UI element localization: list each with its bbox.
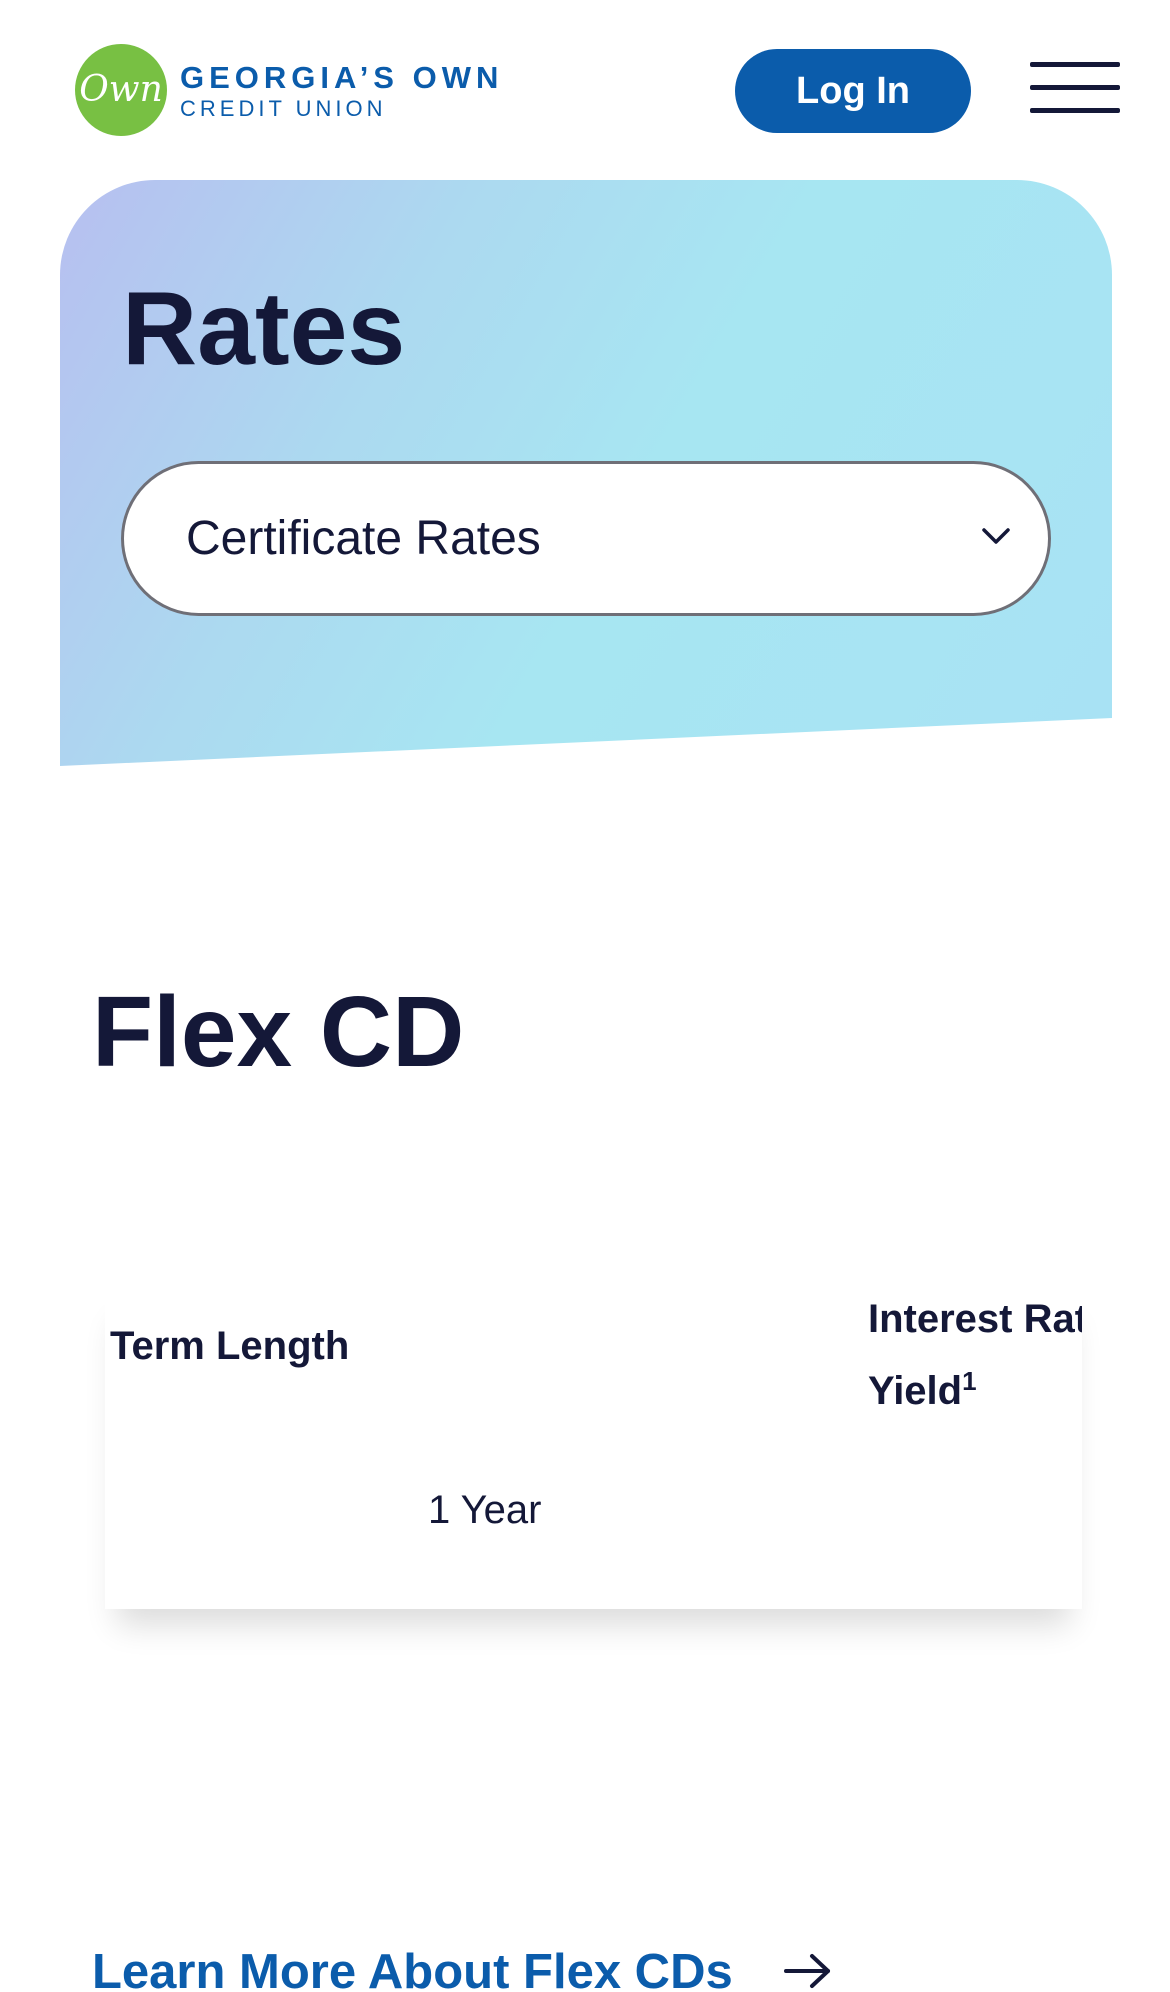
- arrow-right-icon[interactable]: [782, 1951, 834, 1991]
- column-header-rate-line2: Yield1: [868, 1355, 1082, 1427]
- logo-name[interactable]: GEORGIA’S OWN: [180, 60, 503, 96]
- page-title: Rates: [122, 271, 406, 387]
- footnote-marker[interactable]: 1: [962, 1366, 976, 1396]
- column-header-rate-line1: Interest Rate: [868, 1297, 1082, 1341]
- logo-subtitle[interactable]: CREDIT UNION: [180, 96, 387, 122]
- rate-type-select-value: Certificate Rates: [186, 512, 541, 565]
- column-header-term-length: Term Length: [110, 1324, 350, 1368]
- rates-table: Term Length Interest Rate Yield1 1 Year: [105, 1283, 1082, 1609]
- logo-badge[interactable]: Own: [75, 44, 167, 136]
- hamburger-menu-icon[interactable]: [1030, 62, 1120, 114]
- login-button[interactable]: Log In: [735, 49, 971, 133]
- table-cell-term: 1 Year: [428, 1488, 542, 1532]
- learn-more-link[interactable]: Learn More About Flex CDs: [92, 1944, 733, 1992]
- section-title: Flex CD: [92, 976, 465, 1088]
- rate-type-select[interactable]: Certificate Rates: [121, 461, 1051, 616]
- chevron-down-icon: [982, 528, 1010, 544]
- logo-badge-text: Own: [79, 69, 163, 110]
- site-header: Own GEORGIA’S OWN CREDIT UNION Log In: [0, 0, 1170, 180]
- column-header-interest-rate: Interest Rate Yield1: [868, 1283, 1082, 1427]
- column-header-yield: Yield: [868, 1369, 963, 1413]
